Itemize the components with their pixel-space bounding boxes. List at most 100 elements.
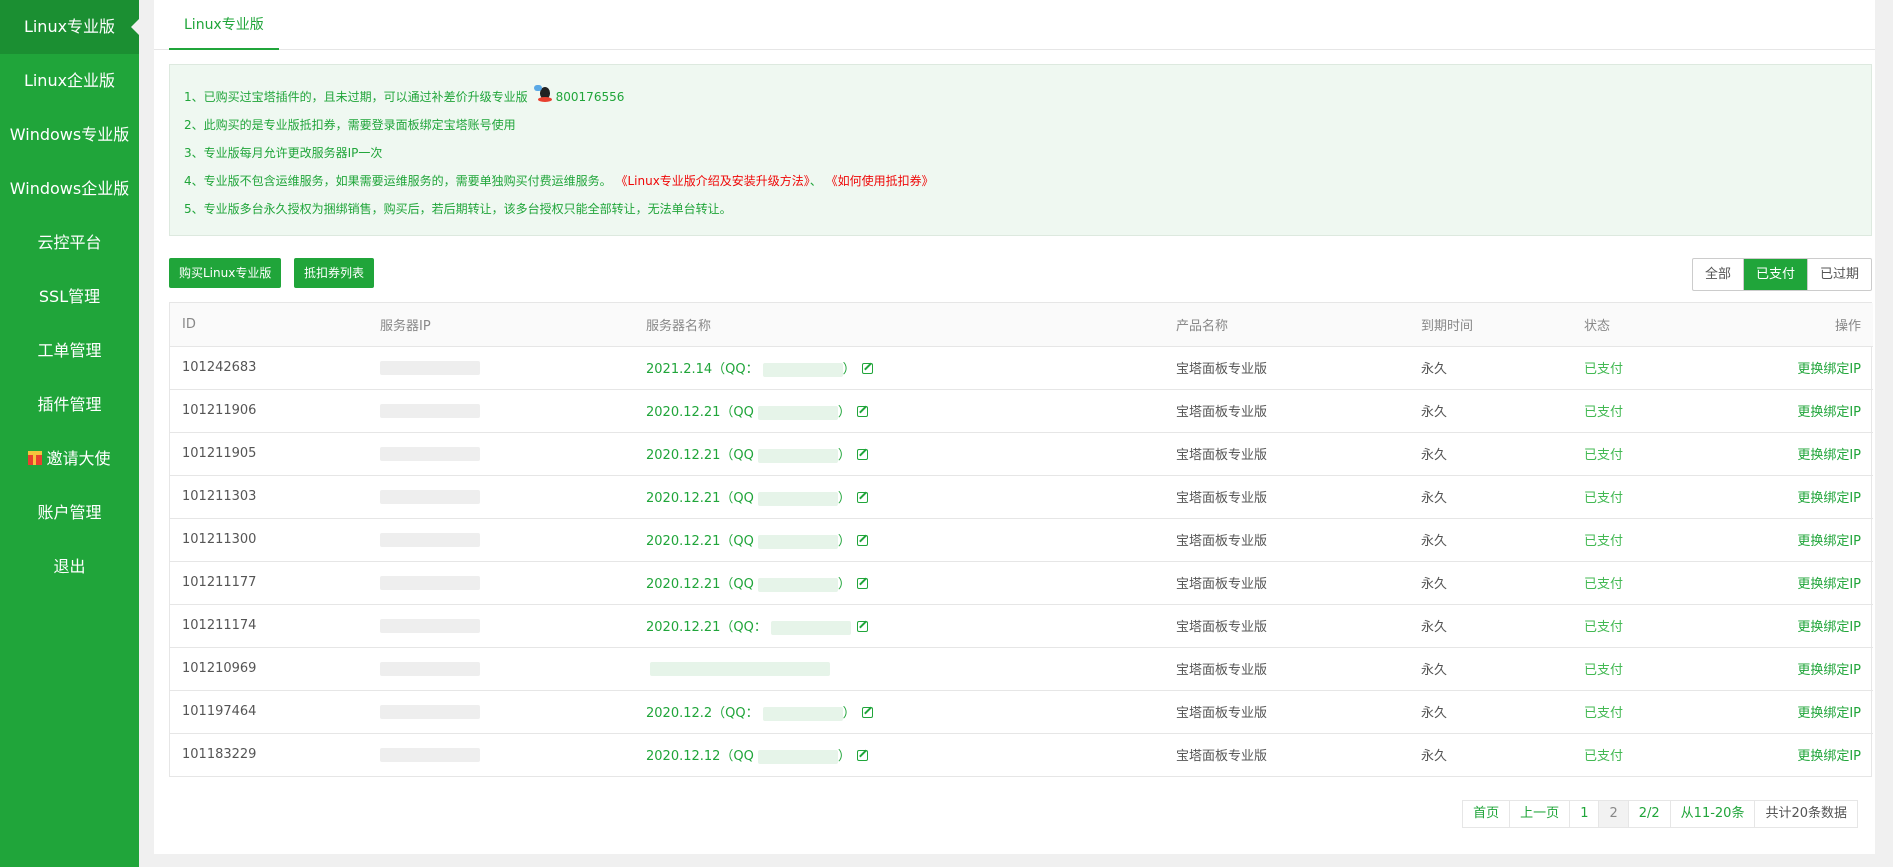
cell-ip — [368, 474, 634, 518]
cell-status: 已支付 — [1572, 388, 1692, 432]
change-ip-link[interactable]: 更换绑定IP — [1797, 749, 1861, 764]
cell-status: 已支付 — [1572, 603, 1692, 647]
buy-linux-pro-button[interactable]: 购买Linux专业版 — [169, 258, 282, 288]
edit-icon[interactable] — [856, 492, 868, 503]
edit-icon[interactable] — [856, 578, 868, 589]
tab-linux-pro[interactable]: Linux专业版 — [169, 0, 279, 50]
filter-expired-button[interactable]: 已过期 — [1806, 259, 1871, 290]
edit-icon[interactable] — [856, 535, 868, 546]
cell-id: 101211905 — [170, 431, 368, 475]
link-coupon-guide[interactable]: 《如何使用抵扣券》 — [826, 174, 934, 188]
page-1[interactable]: 1 — [1569, 801, 1598, 827]
sidebar-item-label: 插件管理 — [37, 395, 102, 414]
cell-expire: 永久 — [1409, 732, 1572, 776]
sidebar-item-label: 账户管理 — [37, 503, 102, 522]
qq-icon[interactable] — [533, 85, 554, 103]
server-name-text: 2020.12.2（QQ： — [646, 706, 759, 721]
notice-line-2: 2、此购买的是专业版抵扣券，需要登录面板绑定宝塔账号使用 — [184, 118, 516, 132]
sidebar-item-logout[interactable]: 退出 — [0, 540, 139, 594]
qq-number[interactable]: 800176556 — [556, 90, 625, 104]
cell-status: 已支付 — [1572, 560, 1692, 604]
sidebar-item-tickets[interactable]: 工单管理 — [0, 324, 139, 378]
separator: 、 — [809, 174, 822, 188]
cell-product: 宝塔面板专业版 — [1164, 603, 1409, 647]
cell-product: 宝塔面板专业版 — [1164, 517, 1409, 561]
link-linux-pro-guide[interactable]: 《Linux专业版介绍及安装升级方法》 — [615, 174, 809, 188]
notice-line-5: 5、专业版多台永久授权为捆绑销售，购买后，若后期转让，该多台授权只能全部转让，无… — [184, 202, 732, 216]
change-ip-link[interactable]: 更换绑定IP — [1797, 577, 1861, 592]
cell-status: 已支付 — [1572, 646, 1692, 690]
change-ip-link[interactable]: 更换绑定IP — [1797, 663, 1861, 678]
header-product: 产品名称 — [1164, 303, 1409, 346]
sidebar-item-label: 退出 — [53, 557, 86, 576]
redacted-ip — [380, 489, 480, 504]
server-name-text: 2020.12.21（QQ — [646, 405, 754, 420]
change-ip-link[interactable]: 更换绑定IP — [1797, 491, 1861, 506]
change-ip-link[interactable]: 更换绑定IP — [1797, 405, 1861, 420]
change-ip-link[interactable]: 更换绑定IP — [1797, 620, 1861, 635]
sidebar-item-cloud-control[interactable]: 云控平台 — [0, 216, 139, 270]
table-row: 101211905 2020.12.21（QQ ） 宝塔面板专业版 永久 已支付 更换绑定I… — [170, 431, 1873, 475]
notice-line-1: 1、已购买过宝塔插件的，且未过期，可以通过补差价升级专业版 800176556 — [184, 83, 1871, 111]
gift-icon — [28, 451, 43, 465]
status-filter: 全部 已支付 已过期 — [1691, 258, 1872, 291]
redacted-qq — [757, 749, 838, 764]
sidebar-item-plugins[interactable]: 插件管理 — [0, 378, 139, 432]
cell-action: 更换绑定IP — [1692, 517, 1873, 561]
server-name-close: ） — [842, 362, 856, 377]
redacted-qq — [757, 448, 838, 463]
change-ip-link[interactable]: 更换绑定IP — [1797, 534, 1861, 549]
change-ip-link[interactable]: 更换绑定IP — [1797, 362, 1861, 377]
cell-status: 已支付 — [1572, 732, 1692, 776]
change-ip-link[interactable]: 更换绑定IP — [1797, 706, 1861, 721]
sidebar-item-label: 云控平台 — [37, 233, 102, 252]
sidebar-item-invite[interactable]: 邀请大使 — [0, 432, 139, 486]
cell-status: 已支付 — [1572, 474, 1692, 518]
coupon-list-button[interactable]: 抵扣券列表 — [294, 258, 375, 288]
table-row: 101211303 2020.12.21（QQ ） 宝塔面板专业版 永久 已支付 更换绑定I… — [170, 474, 1873, 518]
sidebar-item-linux-pro[interactable]: Linux专业版 — [0, 0, 139, 54]
edit-icon[interactable] — [856, 406, 868, 417]
table-row: 101211906 2020.12.21（QQ ） 宝塔面板专业版 永久 已支付 更换绑定I… — [170, 388, 1873, 432]
filter-paid-button[interactable]: 已支付 — [1742, 259, 1807, 290]
sidebar: Linux专业版 Linux企业版 Windows专业版 Windows企业版 … — [0, 0, 139, 867]
server-name-close: ） — [837, 577, 851, 592]
sidebar-item-label: SSL管理 — [38, 287, 101, 306]
header-action: 操作 — [1692, 303, 1873, 346]
table-row: 101242683 2021.2.14（QQ： ） 宝塔面板专业版 永久 已支付 更换绑定I… — [170, 345, 1873, 389]
sidebar-item-account[interactable]: 账户管理 — [0, 486, 139, 540]
cell-action: 更换绑定IP — [1692, 560, 1873, 604]
toolbar: 购买Linux专业版 抵扣券列表 全部 已支付 已过期 — [169, 258, 1872, 291]
header-status: 状态 — [1572, 303, 1692, 346]
cell-action: 更换绑定IP — [1692, 646, 1873, 690]
cell-server-name — [634, 646, 1164, 690]
page-prev[interactable]: 上一页 — [1509, 801, 1569, 827]
edit-icon[interactable] — [861, 707, 873, 718]
sidebar-item-windows-pro[interactable]: Windows专业版 — [0, 108, 139, 162]
notice-line-3: 3、专业版每月允许更改服务器IP一次 — [184, 146, 383, 160]
server-name-text: 2020.12.21（QQ — [646, 448, 754, 463]
edit-icon[interactable] — [856, 621, 868, 632]
sidebar-item-windows-enterprise[interactable]: Windows企业版 — [0, 162, 139, 216]
edit-icon[interactable] — [861, 363, 873, 374]
cell-ip — [368, 732, 634, 776]
redacted-ip — [380, 747, 480, 762]
sidebar-item-linux-enterprise[interactable]: Linux企业版 — [0, 54, 139, 108]
table-header-row: ID 服务器IP 服务器名称 产品名称 到期时间 状态 操作 — [170, 303, 1873, 346]
cell-id: 101210969 — [170, 646, 368, 690]
page-first[interactable]: 首页 — [1463, 801, 1509, 827]
sidebar-item-label: Windows企业版 — [9, 179, 130, 198]
edit-icon[interactable] — [856, 750, 868, 762]
cell-ip — [368, 646, 634, 690]
header-ip: 服务器IP — [368, 303, 634, 346]
edit-icon[interactable] — [856, 449, 868, 460]
redacted-ip — [380, 661, 480, 676]
table-body: 101242683 2021.2.14（QQ：）宝塔面板专业版 永久 已支付 更换绑定I… — [170, 345, 1873, 776]
change-ip-link[interactable]: 更换绑定IP — [1797, 448, 1861, 463]
sidebar-item-label: 工单管理 — [37, 341, 102, 360]
redacted-qq — [762, 706, 843, 721]
sidebar-item-ssl[interactable]: SSL管理 — [0, 270, 139, 324]
filter-all-button[interactable]: 全部 — [1693, 259, 1743, 290]
cell-expire: 永久 — [1409, 603, 1572, 647]
cell-action: 更换绑定IP — [1692, 603, 1873, 647]
